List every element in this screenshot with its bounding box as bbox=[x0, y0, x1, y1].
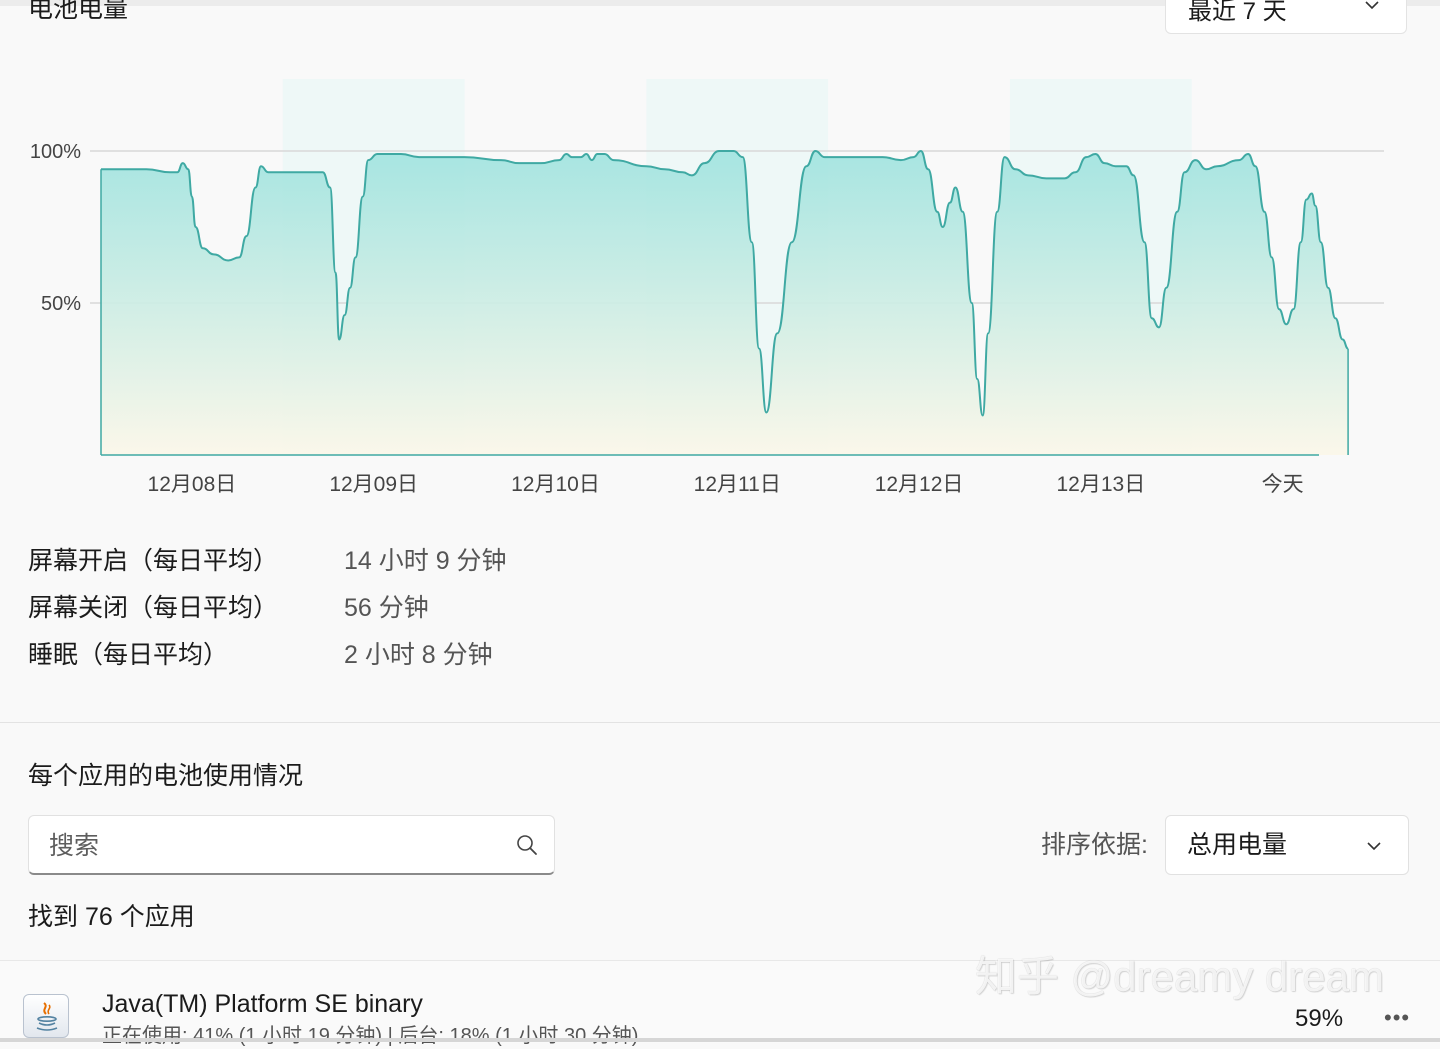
app-name: Java(TM) Platform SE binary bbox=[102, 990, 423, 1018]
stat-value: 14 小时 9 分钟 bbox=[344, 547, 507, 575]
x-tick-label: 12月09日 bbox=[329, 473, 418, 496]
y-tick-label: 50% bbox=[41, 293, 81, 315]
app-percent: 59% bbox=[1295, 1005, 1344, 1032]
sort-value: 总用电量 bbox=[1187, 831, 1288, 859]
list-item[interactable]: Java(TM) Platform SE binary 正在使用: 41% (1… bbox=[0, 961, 1440, 1047]
y-tick-label: 100% bbox=[30, 141, 81, 163]
java-icon bbox=[23, 994, 69, 1038]
x-tick-label: 12月11日 bbox=[694, 473, 781, 496]
window-bottom-edge bbox=[0, 1038, 1440, 1042]
more-options-icon[interactable]: ••• bbox=[1384, 1005, 1410, 1031]
stat-label: 屏幕关闭（每日平均） bbox=[28, 594, 279, 622]
chevron-down-icon bbox=[1365, 1, 1379, 10]
x-tick-label: 12月10日 bbox=[511, 473, 600, 496]
app-search-box[interactable] bbox=[28, 815, 555, 875]
x-tick-label: 12月12日 bbox=[875, 473, 964, 496]
search-input[interactable] bbox=[47, 826, 491, 866]
stat-value: 56 分钟 bbox=[344, 594, 429, 622]
per-app-title: 每个应用的电池使用情况 bbox=[28, 762, 304, 790]
stat-value: 2 小时 8 分钟 bbox=[344, 641, 493, 669]
section-divider bbox=[0, 722, 1440, 723]
x-tick-label: 12月13日 bbox=[1056, 473, 1145, 496]
sort-label: 排序依据: bbox=[1041, 831, 1148, 859]
chevron-down-icon bbox=[1367, 842, 1381, 851]
battery-level-chart: 100% 50% 12月08日 12月09日 12月10日 12月11日 12月12日 12月… bbox=[30, 79, 1384, 496]
battery-level-title: 电池电量 bbox=[28, 0, 129, 23]
stat-label: 睡眠（每日平均） bbox=[28, 641, 229, 669]
app-usage-detail: 正在使用: 41% (1 小时 19 分钟) | 后台: 18% (1 小时 3… bbox=[102, 1025, 639, 1047]
app-list: Java(TM) Platform SE binary 正在使用: 41% (1… bbox=[0, 960, 1440, 1047]
time-range-dropdown[interactable]: 最近 7 天 bbox=[1165, 0, 1407, 34]
search-icon[interactable] bbox=[516, 834, 538, 856]
x-tick-label: 12月08日 bbox=[148, 473, 237, 496]
time-range-value: 最近 7 天 bbox=[1188, 0, 1287, 25]
found-count: 找到 76 个应用 bbox=[28, 903, 195, 931]
stat-label: 屏幕开启（每日平均） bbox=[28, 547, 279, 575]
x-tick-label: 今天 bbox=[1262, 473, 1304, 496]
sort-dropdown[interactable]: 总用电量 bbox=[1165, 815, 1409, 875]
